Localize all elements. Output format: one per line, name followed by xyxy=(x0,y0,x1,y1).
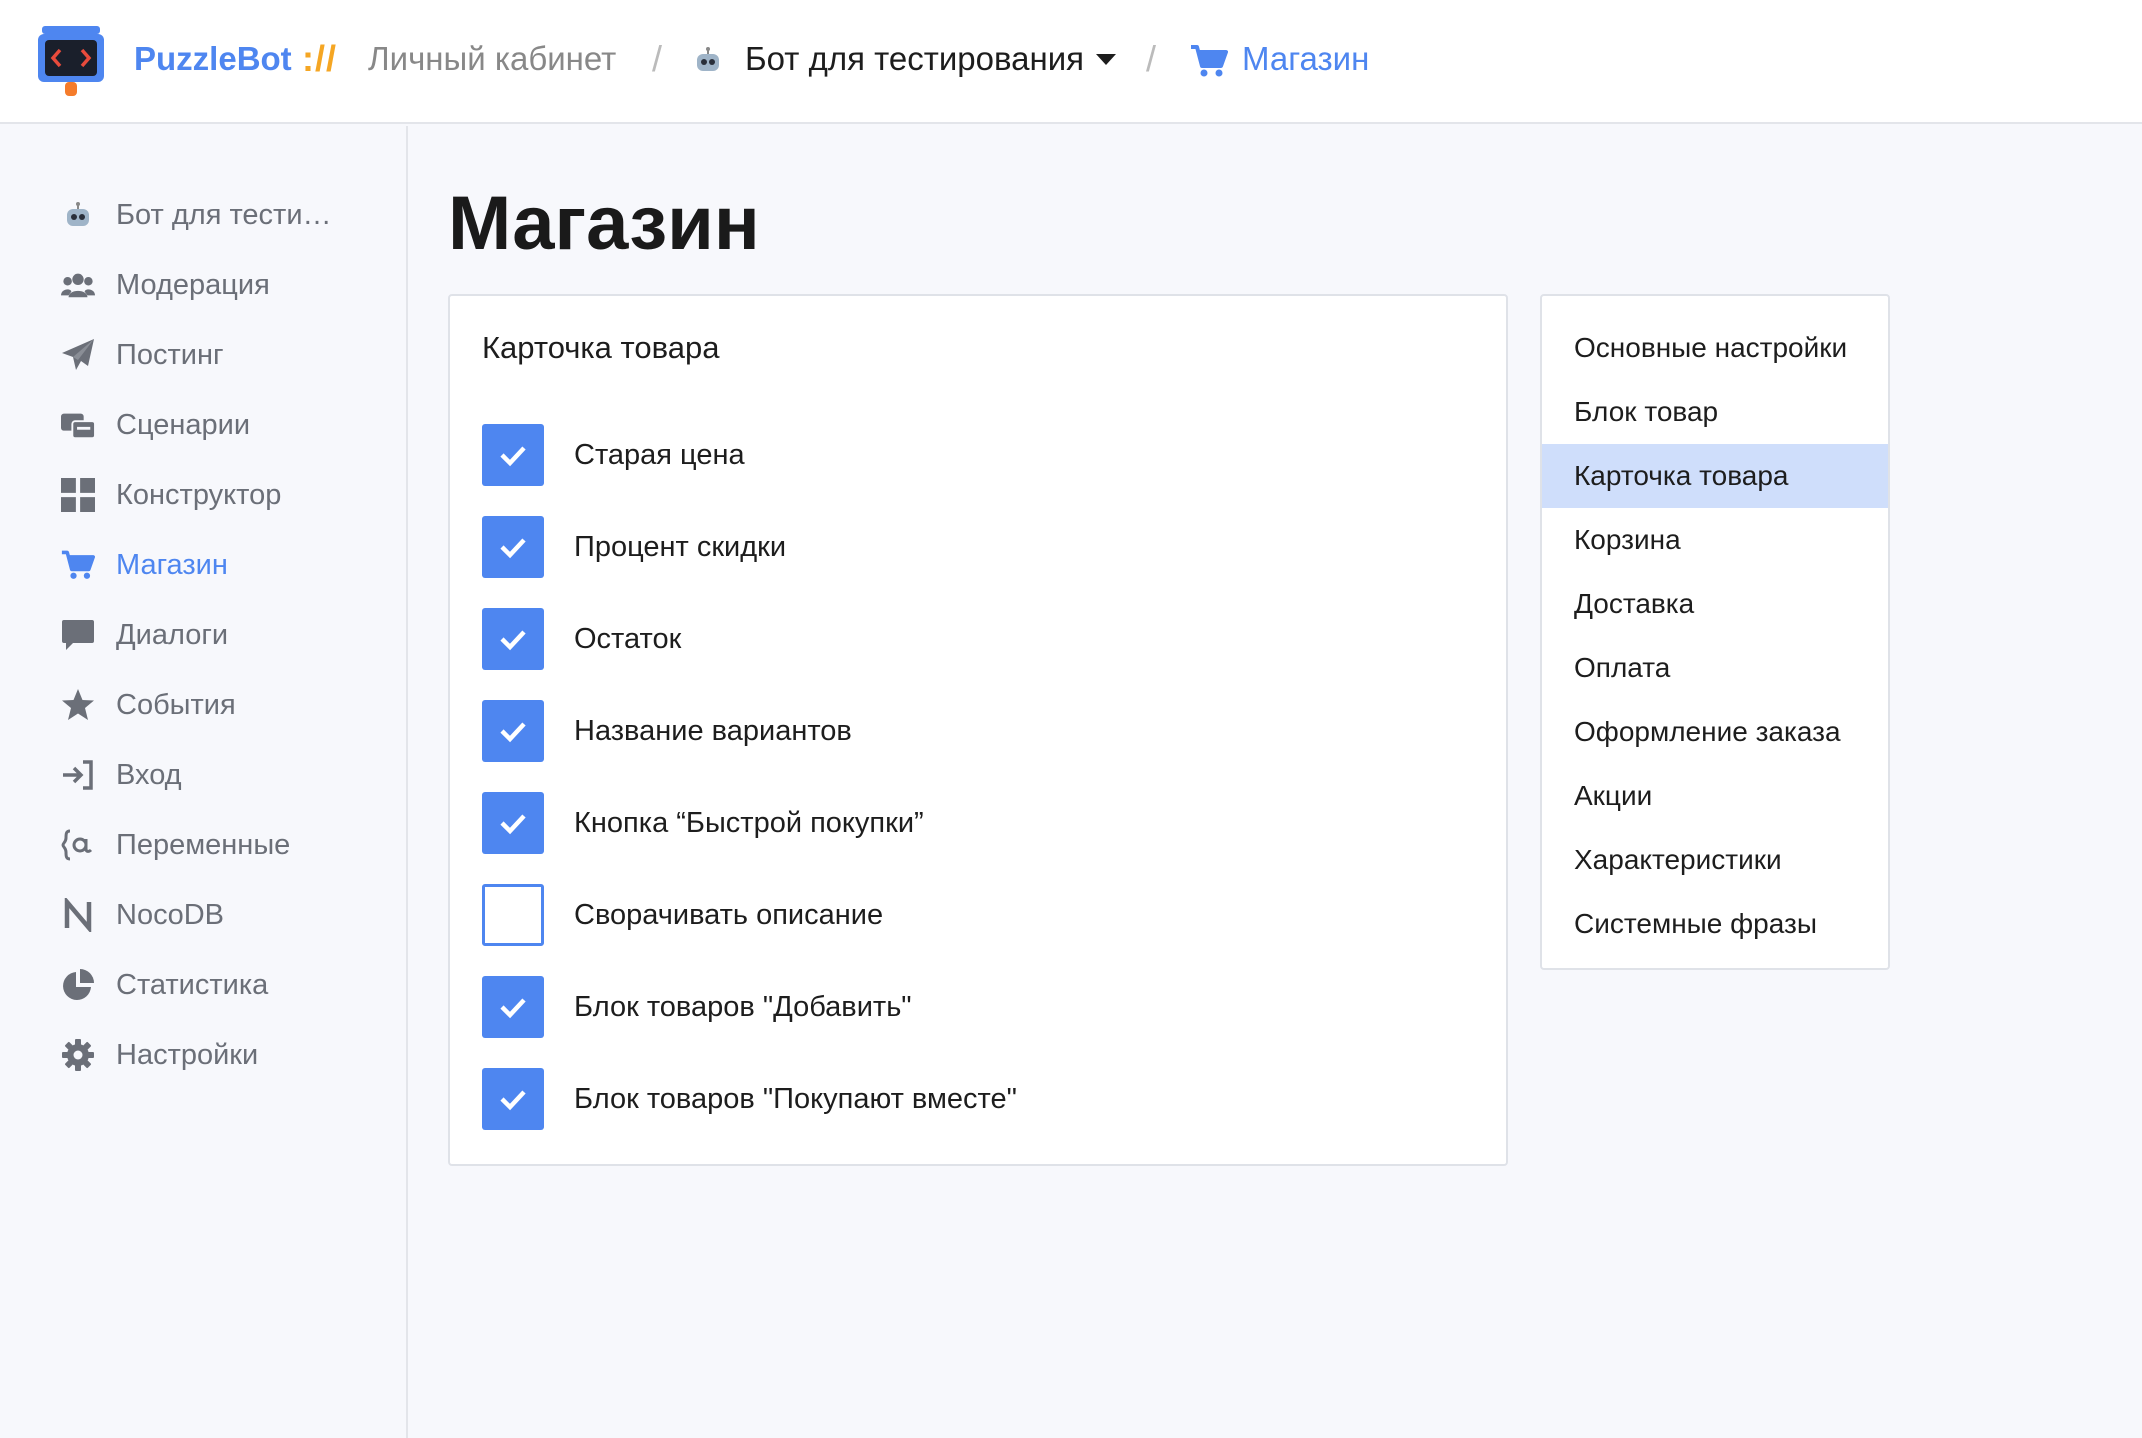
checkbox-checked[interactable] xyxy=(482,792,544,854)
sidebar-item-label: Сценарии xyxy=(116,408,251,441)
checkbox-checked[interactable] xyxy=(482,608,544,670)
sign-in-icon xyxy=(60,757,96,793)
pie-chart-icon xyxy=(60,967,96,1003)
checkbox-checked[interactable] xyxy=(482,424,544,486)
option-label: Сворачивать описание xyxy=(574,898,884,931)
chevron-down-icon[interactable] xyxy=(1096,54,1116,65)
option-block-bought-together[interactable]: Блок товаров "Покупают вместе" xyxy=(482,1068,1017,1130)
sidebar-item-label: Переменные xyxy=(116,828,291,861)
menu-item-promotions[interactable]: Акции xyxy=(1542,764,1888,828)
menu-item-product-card[interactable]: Карточка товара xyxy=(1542,444,1888,508)
brand-name[interactable]: PuzzleBot xyxy=(134,40,292,78)
sidebar-item-statistics[interactable]: Статистика xyxy=(60,960,268,1010)
users-icon xyxy=(60,267,96,303)
menu-item-checkout[interactable]: Оформление заказа xyxy=(1542,700,1888,764)
bot-avatar-icon xyxy=(694,46,722,79)
option-block-add[interactable]: Блок товаров "Добавить" xyxy=(482,976,912,1038)
option-label: Название вариантов xyxy=(574,714,852,747)
sidebar-item-scenarios[interactable]: Сценарии xyxy=(60,400,250,450)
checkbox-checked[interactable] xyxy=(482,1068,544,1130)
sidebar-item-settings[interactable]: Настройки xyxy=(60,1030,258,1080)
checkmark-icon xyxy=(500,814,526,835)
sidebar-item-posting[interactable]: Постинг xyxy=(60,330,224,380)
checkbox-checked[interactable] xyxy=(482,700,544,762)
sidebar-item-label: Статистика xyxy=(116,968,269,1001)
option-label: Блок товаров "Покупают вместе" xyxy=(574,1082,1017,1115)
sidebar-item-shop[interactable]: Магазин xyxy=(60,540,228,590)
page-title: Магазин xyxy=(448,181,760,266)
menu-item-main-settings[interactable]: Основные настройки xyxy=(1542,316,1888,380)
menu-item-delivery[interactable]: Доставка xyxy=(1542,572,1888,636)
menu-item-cart[interactable]: Корзина xyxy=(1542,508,1888,572)
gear-icon xyxy=(60,1037,96,1073)
breadcrumb-divider: / xyxy=(1146,38,1157,79)
option-quick-buy-button[interactable]: Кнопка “Быстрой покупки” xyxy=(482,792,924,854)
robot-icon xyxy=(60,197,96,233)
product-card-settings-panel: Карточка товара Старая цена Процент скид… xyxy=(448,294,1508,1166)
menu-item-system-phrases[interactable]: Системные фразы xyxy=(1542,892,1888,956)
sidebar-item-nocodb[interactable]: NocoDB xyxy=(60,890,224,940)
menu-item-product-block[interactable]: Блок товар xyxy=(1542,380,1888,444)
option-label: Кнопка “Быстрой покупки” xyxy=(574,806,924,839)
chat-icon xyxy=(60,617,96,653)
checkmark-icon xyxy=(500,446,526,467)
checkbox-checked[interactable] xyxy=(482,516,544,578)
sidebar-item-moderation[interactable]: Модерация xyxy=(60,260,270,310)
breadcrumb-current-page: Магазин xyxy=(1242,40,1370,77)
menu-item-characteristics[interactable]: Характеристики xyxy=(1542,828,1888,892)
option-label: Остаток xyxy=(574,622,682,655)
option-variant-names[interactable]: Название вариантов xyxy=(482,700,852,762)
checkmark-icon xyxy=(500,630,526,651)
sidebar-item-events[interactable]: События xyxy=(60,680,236,730)
sidebar-item-label: NocoDB xyxy=(116,898,224,931)
sidebar-item-label: Магазин xyxy=(116,548,228,581)
sidebar-item-label: Модерация xyxy=(116,268,270,301)
option-collapse-description[interactable]: Сворачивать описание xyxy=(482,884,883,946)
menu-item-payment[interactable]: Оплата xyxy=(1542,636,1888,700)
checkbox-unchecked[interactable] xyxy=(482,884,544,946)
breadcrumb-divider: / xyxy=(652,38,663,79)
option-label: Блок товаров "Добавить" xyxy=(574,990,912,1023)
option-old-price[interactable]: Старая цена xyxy=(482,424,745,486)
checkmark-icon xyxy=(500,1090,526,1111)
paper-plane-icon xyxy=(60,337,96,373)
sidebar-item-dialogs[interactable]: Диалоги xyxy=(60,610,228,660)
sidebar-item-variables[interactable]: Переменные xyxy=(60,820,290,870)
shop-settings-menu: Основные настройки Блок товар Карточка т… xyxy=(1540,294,1890,970)
scenarios-icon xyxy=(60,407,96,443)
sidebar-item-constructor[interactable]: Конструктор xyxy=(60,470,281,520)
cart-icon xyxy=(60,547,96,583)
brand-separator: :// xyxy=(302,38,337,79)
sidebar-item-label: Постинг xyxy=(116,338,224,371)
sidebar-item-label: Конструктор xyxy=(116,478,282,511)
star-icon xyxy=(60,687,96,723)
grid-icon xyxy=(60,477,96,513)
puzzlebot-logo[interactable] xyxy=(38,22,104,98)
cart-icon xyxy=(1190,44,1228,83)
variables-icon xyxy=(60,827,96,863)
checkmark-icon xyxy=(500,538,526,559)
sidebar-item-label: Настройки xyxy=(116,1038,259,1071)
option-discount-percent[interactable]: Процент скидки xyxy=(482,516,786,578)
sidebar-item-bot[interactable]: Бот для тести… xyxy=(60,190,332,240)
sidebar-item-label: Бот для тести… xyxy=(116,198,332,231)
breadcrumb-bot[interactable]: Бот для тестирования xyxy=(745,40,1084,78)
sidebar-item-label: События xyxy=(116,688,236,721)
sidebar-item-label: Вход xyxy=(116,758,182,791)
nocodb-icon xyxy=(60,897,96,933)
option-label: Старая цена xyxy=(574,438,745,471)
option-stock[interactable]: Остаток xyxy=(482,608,681,670)
sidebar-item-login[interactable]: Вход xyxy=(60,750,182,800)
breadcrumb-cabinet[interactable]: Личный кабинет xyxy=(368,40,616,78)
checkmark-icon xyxy=(500,722,526,743)
panel-title: Карточка товара xyxy=(482,330,720,365)
sidebar-item-label: Диалоги xyxy=(116,618,229,651)
checkmark-icon xyxy=(500,998,526,1019)
checkbox-checked[interactable] xyxy=(482,976,544,1038)
option-label: Процент скидки xyxy=(574,530,787,563)
top-bar: PuzzleBot :// Личный кабинет / Бот для т… xyxy=(0,0,2142,124)
